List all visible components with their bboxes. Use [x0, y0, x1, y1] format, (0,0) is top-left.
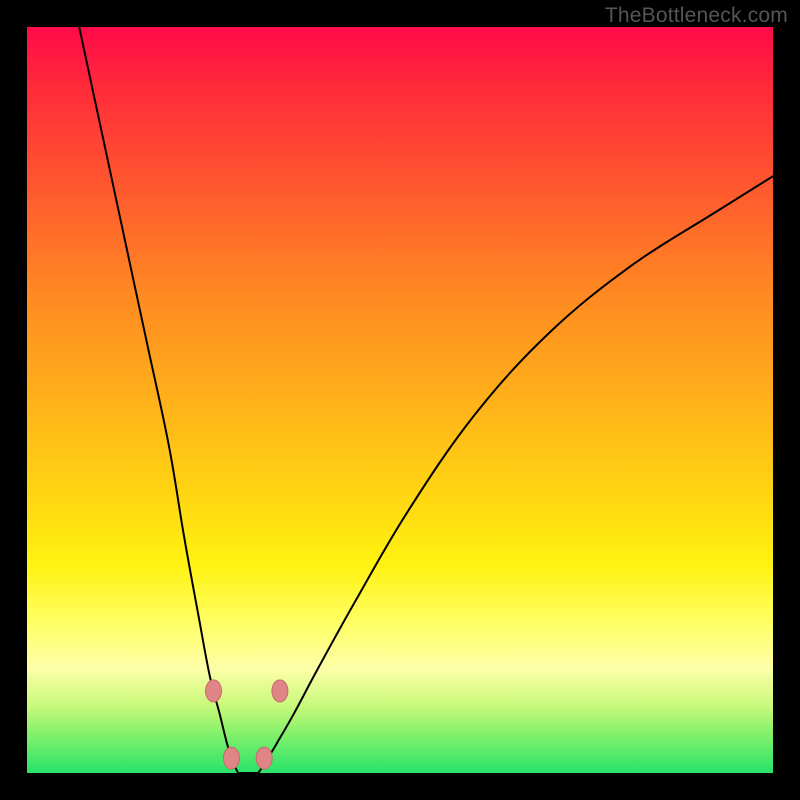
- right-dot-lower: [256, 747, 272, 769]
- right-dot-upper: [272, 680, 288, 702]
- curve-left-branch: [79, 27, 238, 773]
- left-dot-upper: [206, 680, 222, 702]
- watermark-text: TheBottleneck.com: [605, 4, 788, 28]
- marker-dots: [206, 680, 288, 769]
- curve-right-branch: [258, 176, 773, 773]
- left-dot-lower: [223, 747, 239, 769]
- curve-layer: [27, 27, 773, 773]
- plot-area: [27, 27, 773, 773]
- chart-stage: TheBottleneck.com: [0, 0, 800, 800]
